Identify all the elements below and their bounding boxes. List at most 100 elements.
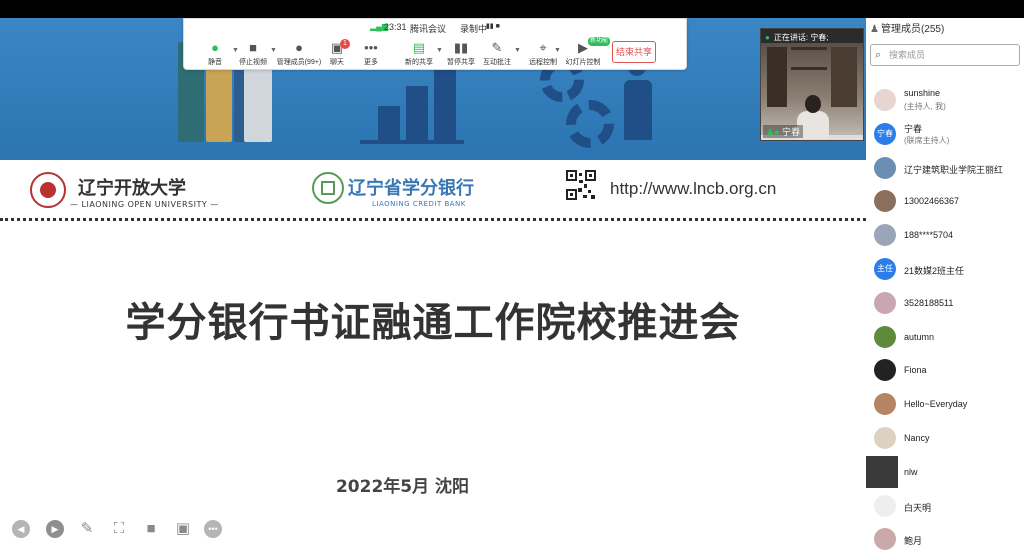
member-name: Fiona bbox=[904, 365, 927, 376]
member-name: Nancy bbox=[904, 433, 930, 443]
avatar bbox=[874, 224, 896, 247]
avatar: 宁春 bbox=[874, 122, 896, 145]
avatar bbox=[866, 455, 898, 488]
member-list-item[interactable]: Fiona bbox=[866, 354, 1024, 388]
qr-code-icon bbox=[566, 170, 596, 200]
annotate-button[interactable]: ✎ 互动批注 bbox=[474, 41, 520, 69]
end-share-button[interactable]: 结束共享 bbox=[612, 41, 656, 63]
microphone-icon: ● bbox=[765, 33, 770, 42]
member-name: sunshine bbox=[904, 88, 941, 98]
recording-control[interactable]: ▮▮ ■ bbox=[486, 22, 500, 30]
avatar bbox=[874, 190, 896, 213]
avatar-label: 主任 bbox=[877, 264, 893, 273]
credit-bank-logo-icon bbox=[312, 172, 344, 204]
person-graphic bbox=[624, 80, 652, 140]
member-list-item[interactable]: 鲍月 bbox=[866, 523, 1024, 557]
bar-graphic bbox=[406, 86, 428, 142]
meeting-window: 辽宁开放大学 — LIAONING OPEN UNIVERSITY — 辽宁省学… bbox=[0, 0, 1024, 558]
screenshot-icon[interactable]: ⛶ bbox=[110, 520, 128, 538]
member-list-item[interactable]: 3528188511 bbox=[866, 287, 1024, 321]
gear-icon bbox=[566, 100, 614, 148]
slide-control-button[interactable]: ▶ 幻灯片控制 新功能 bbox=[560, 37, 611, 69]
member-name: 3528188511 bbox=[904, 297, 954, 308]
member-name: 宁春 bbox=[904, 123, 923, 134]
credit-bank-name: 辽宁省学分银行 bbox=[348, 178, 474, 199]
avatar bbox=[874, 359, 896, 382]
member-name: autumn bbox=[904, 331, 935, 342]
member-list-item[interactable]: autumn bbox=[866, 321, 1024, 355]
member-name: 白天明 bbox=[904, 502, 932, 513]
avatar bbox=[874, 325, 896, 348]
member-list-item[interactable]: sunshine (主持人, 我) bbox=[866, 84, 1024, 118]
recording-status: 录制中 bbox=[460, 24, 488, 34]
open-university-name-en: — LIAONING OPEN UNIVERSITY — bbox=[70, 200, 219, 209]
speaking-indicator: ● 正在讲话: 宁春; bbox=[765, 33, 829, 42]
avatar-label: 宁春 bbox=[877, 128, 893, 138]
previous-slide-button[interactable]: ◀ bbox=[12, 520, 30, 538]
avatar bbox=[874, 156, 896, 179]
chat-icon[interactable]: ▣ bbox=[174, 520, 192, 538]
panel-title: ♟ 管理成员(255) bbox=[870, 24, 945, 35]
avatar bbox=[874, 89, 896, 111]
member-list-item[interactable]: 13002466367 bbox=[866, 185, 1024, 219]
website-url: http://www.lncb.org.cn bbox=[610, 179, 777, 198]
new-feature-badge: 新功能 bbox=[588, 37, 611, 46]
member-role: (主持人, 我) bbox=[904, 102, 946, 111]
more-button[interactable]: ••• 更多 bbox=[348, 41, 394, 69]
member-name: nlw bbox=[904, 466, 918, 477]
more-icon: ••• bbox=[364, 40, 378, 55]
remote-control-icon: ⌖ bbox=[539, 40, 547, 55]
bar-graphic bbox=[378, 106, 400, 142]
video-camera-icon[interactable]: ■ bbox=[142, 520, 160, 538]
shared-slide: 辽宁开放大学 — LIAONING OPEN UNIVERSITY — 辽宁省学… bbox=[0, 18, 866, 558]
avatar: 主任 bbox=[874, 258, 896, 280]
pause-icon: ▮▮ bbox=[453, 40, 469, 55]
video-camera-icon: ■ bbox=[249, 40, 257, 55]
member-list-item[interactable]: 主任 21数媒2班主任 bbox=[866, 253, 1024, 287]
more-options-icon[interactable]: ••• bbox=[204, 520, 222, 538]
member-list-item[interactable]: 宁春 宁春 (联席主持人) bbox=[866, 118, 1024, 152]
slide-date-place: 2022年5月 沈阳 bbox=[335, 477, 470, 497]
member-list-item[interactable]: 白天明 bbox=[866, 490, 1024, 524]
next-slide-button[interactable]: ▶ bbox=[46, 520, 64, 538]
credit-bank-name-en: LIAONING CREDIT BANK bbox=[372, 200, 466, 208]
avatar bbox=[874, 494, 896, 517]
member-list-item[interactable]: 辽宁建筑职业学院王丽红 bbox=[866, 152, 1024, 186]
members-icon: ● bbox=[295, 40, 303, 55]
avatar bbox=[874, 291, 896, 314]
member-list-item[interactable]: nlw bbox=[866, 455, 1024, 490]
member-name: Hello~Everyday bbox=[904, 399, 968, 410]
avatar bbox=[874, 393, 896, 416]
screen-share-icon: ▤ bbox=[412, 40, 426, 55]
slide-title: 学分银行书证融通工作院校推进会 bbox=[125, 300, 741, 346]
app-name: 腾讯会议 bbox=[410, 24, 447, 34]
members-icon: ♟ bbox=[870, 24, 879, 35]
bar-graphic bbox=[434, 66, 456, 142]
bar-baseline bbox=[360, 140, 464, 144]
member-name: 13002466367 bbox=[904, 196, 960, 207]
avatar bbox=[874, 427, 896, 449]
new-share-button[interactable]: ▤ 新的共享 bbox=[396, 41, 442, 69]
video-participant-name: ♟● 宁春 bbox=[763, 125, 804, 138]
search-icon: ⌕ bbox=[875, 49, 882, 61]
stop-video-button[interactable]: ■ 停止视频 bbox=[230, 41, 276, 69]
member-list-item[interactable]: Nancy bbox=[866, 422, 1024, 456]
member-list-item[interactable]: Hello~Everyday bbox=[866, 388, 1024, 422]
annotate-pen-icon: ✎ bbox=[491, 40, 503, 55]
member-search-input[interactable]: ⌕ 搜索成员 bbox=[870, 44, 1020, 66]
meeting-toolbar: ▂▄▆ 23:31 腾讯会议 录制中 ▮▮ ■ ● 静音 ▼ ■ 停止视频 ▼ … bbox=[183, 18, 687, 70]
participants-panel: ♟ 管理成员(255) ⌕ 搜索成员 sunshine (主持人, 我) 宁春 宁春 (联… bbox=[866, 18, 1024, 558]
clock-time: 23:31 bbox=[384, 22, 407, 32]
microphone-icon: ● bbox=[211, 40, 219, 55]
host-microphone-icon: ♟● bbox=[766, 127, 780, 137]
open-university-name: 辽宁开放大学 bbox=[78, 178, 186, 199]
member-name: 21数媒2班主任 bbox=[904, 266, 965, 276]
avatar bbox=[874, 528, 896, 551]
speaker-video[interactable]: ● 正在讲话: 宁春; ♟● 宁春 bbox=[760, 28, 864, 141]
open-university-logo-icon bbox=[30, 172, 66, 208]
member-name: 辽宁建筑职业学院王丽红 bbox=[904, 164, 1004, 175]
member-name: 鲍月 bbox=[904, 536, 923, 547]
member-role: (联席主持人) bbox=[904, 135, 950, 145]
member-list-item[interactable]: 188****5704 bbox=[866, 219, 1024, 253]
pen-icon[interactable]: ✎ bbox=[78, 520, 96, 538]
